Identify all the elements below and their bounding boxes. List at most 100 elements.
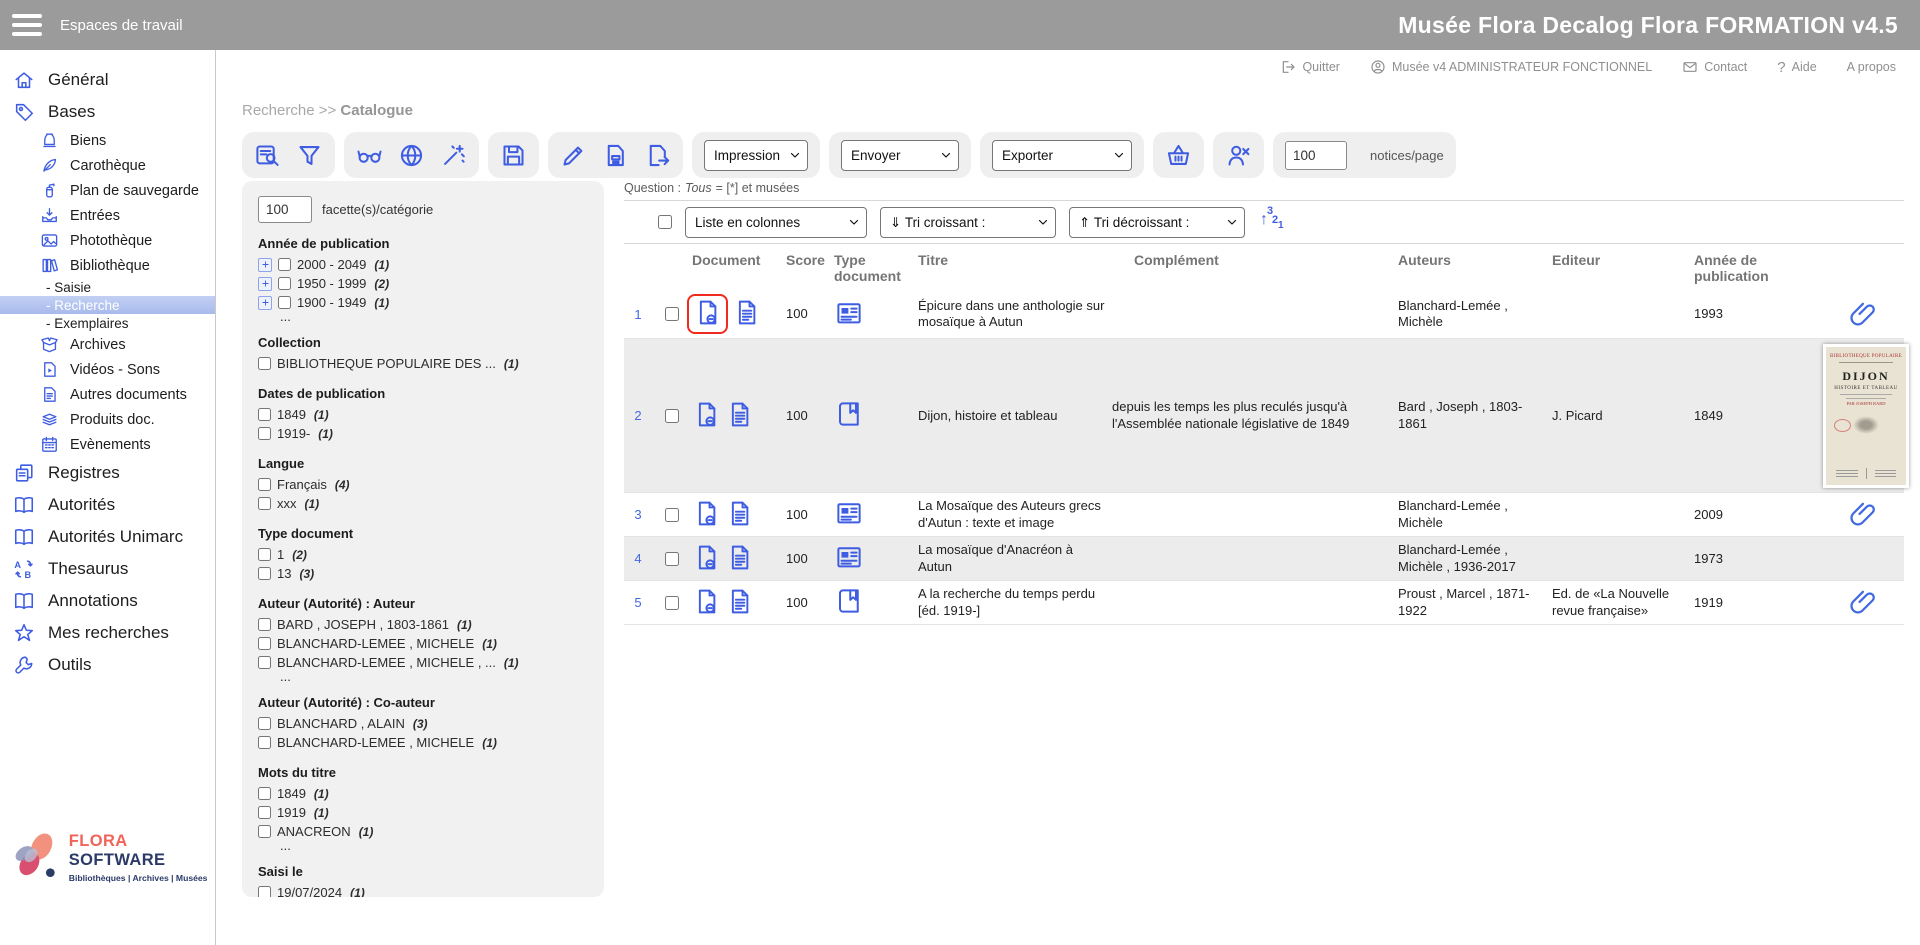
workspaces-label[interactable]: Espaces de travail	[60, 17, 183, 34]
edit-pencil-button[interactable]	[560, 142, 587, 169]
sidebar-item-carotheque[interactable]: Carothèque	[0, 153, 215, 178]
open-record-icon[interactable]	[693, 298, 722, 330]
magic-wand-button[interactable]	[440, 142, 467, 169]
impression-select[interactable]: Impression	[704, 140, 808, 171]
expand-plus-icon[interactable]	[258, 258, 272, 272]
filter-funnel-button[interactable]	[296, 142, 323, 169]
sidebar-item-plan-de-sauvegarde[interactable]: Plan de sauvegarde	[0, 178, 215, 203]
attachment-paperclip[interactable]	[1823, 501, 1904, 528]
sidebar-item-recherche[interactable]: - Recherche	[0, 296, 215, 314]
facet-checkbox[interactable]	[278, 277, 291, 290]
facet-checkbox[interactable]	[258, 806, 271, 819]
attachment-paperclip[interactable]	[1823, 301, 1904, 328]
list-mode-select[interactable]: Liste en colonnes	[685, 207, 867, 238]
sidebar-item-archives[interactable]: Archives	[0, 332, 215, 357]
facet-checkbox[interactable]	[258, 825, 271, 838]
globe-button[interactable]	[398, 142, 425, 169]
sidebar-item-bibliotheque[interactable]: Bibliothèque	[0, 253, 215, 278]
record-thumbnail[interactable]: BIBLIOTHEQUE POPULAIRE DIJON HISTOIRE ET…	[1823, 344, 1909, 488]
facet-checkbox[interactable]	[258, 637, 271, 650]
notices-per-page-input[interactable]	[1285, 141, 1347, 170]
open-record-icon[interactable]	[692, 587, 721, 619]
sidebar-item-general[interactable]: Général	[0, 64, 215, 96]
sidebar-item-produits-doc[interactable]: Produits doc.	[0, 407, 215, 432]
exporter-select[interactable]: Exporter	[992, 140, 1132, 171]
row-checkbox[interactable]	[665, 307, 679, 321]
facet-more[interactable]: ...	[280, 672, 588, 682]
sidebar-item-registres[interactable]: Registres	[0, 457, 215, 489]
quitter-link[interactable]: Quitter	[1280, 59, 1340, 75]
document-export-button[interactable]	[644, 142, 671, 169]
open-record-icon[interactable]	[692, 499, 721, 531]
view-record-icon[interactable]	[732, 298, 761, 330]
view-record-icon[interactable]	[725, 499, 754, 531]
facet-checkbox[interactable]	[258, 618, 271, 631]
multi-sort-icon[interactable]: 3 ↑ 2 1	[1258, 208, 1284, 236]
sidebar-item-autorites-unimarc[interactable]: Autorités Unimarc	[0, 521, 215, 553]
facet-checkbox[interactable]	[258, 357, 271, 370]
highlighted-doc-icon[interactable]	[687, 294, 728, 334]
view-record-icon[interactable]	[725, 543, 754, 575]
document-print-button[interactable]	[602, 142, 629, 169]
sidebar-item-outils[interactable]: Outils	[0, 649, 215, 681]
sidebar-item-videos-sons[interactable]: Vidéos - Sons	[0, 357, 215, 382]
sidebar-item-exemplaires[interactable]: - Exemplaires	[0, 314, 215, 332]
row-number-link[interactable]: 3	[624, 507, 652, 522]
sidebar-item-bases[interactable]: Bases	[0, 96, 215, 128]
facet-checkbox[interactable]	[258, 656, 271, 669]
user-account[interactable]: Musée v4 ADMINISTRATEUR FONCTIONNEL	[1370, 59, 1652, 75]
sidebar-item-mes-recherches[interactable]: Mes recherches	[0, 617, 215, 649]
save-floppy-button[interactable]	[500, 142, 527, 169]
row-number-link[interactable]: 2	[624, 408, 652, 423]
remove-user-button[interactable]	[1225, 142, 1252, 169]
sort-asc-select[interactable]: ⇓ Tri croissant :	[880, 207, 1056, 238]
facet-checkbox[interactable]	[278, 296, 291, 309]
expand-plus-icon[interactable]	[258, 277, 272, 291]
row-checkbox[interactable]	[665, 552, 679, 566]
expand-plus-icon[interactable]	[258, 296, 272, 310]
facet-checkbox[interactable]	[258, 567, 271, 580]
select-all-checkbox[interactable]	[658, 215, 672, 229]
basket-button[interactable]	[1165, 142, 1192, 169]
sidebar-item-autorites[interactable]: Autorités	[0, 489, 215, 521]
facet-checkbox[interactable]	[258, 886, 271, 897]
sidebar-item-autres-documents[interactable]: Autres documents	[0, 382, 215, 407]
results-list-button[interactable]	[254, 142, 281, 169]
sort-desc-select[interactable]: ⇑ Tri décroissant :	[1069, 207, 1245, 238]
sidebar-item-thesaurus[interactable]: ABThesaurus	[0, 553, 215, 585]
row-checkbox[interactable]	[665, 508, 679, 522]
facet-checkbox[interactable]	[258, 497, 271, 510]
sidebar-item-saisie[interactable]: - Saisie	[0, 278, 215, 296]
apropos-link[interactable]: A propos	[1847, 60, 1896, 74]
glasses-preview-button[interactable]	[356, 142, 383, 169]
envoyer-select[interactable]: Envoyer	[841, 140, 959, 171]
view-record-icon[interactable]	[725, 587, 754, 619]
facet-more[interactable]: ...	[280, 312, 588, 322]
facet-checkbox[interactable]	[278, 258, 291, 271]
facet-checkbox[interactable]	[258, 427, 271, 440]
row-checkbox[interactable]	[665, 409, 679, 423]
facet-count-input[interactable]	[258, 196, 312, 223]
aide-link[interactable]: ? Aide	[1777, 59, 1816, 76]
view-record-icon[interactable]	[725, 400, 754, 432]
row-checkbox[interactable]	[665, 596, 679, 610]
facet-checkbox[interactable]	[258, 736, 271, 749]
facet-checkbox[interactable]	[258, 478, 271, 491]
sidebar-item-phototheque[interactable]: Photothèque	[0, 228, 215, 253]
attachment-paperclip[interactable]	[1823, 589, 1904, 616]
row-number-link[interactable]: 5	[624, 595, 652, 610]
facet-checkbox[interactable]	[258, 408, 271, 421]
facet-checkbox[interactable]	[258, 548, 271, 561]
row-number-link[interactable]: 4	[624, 551, 652, 566]
facet-more[interactable]: ...	[280, 841, 588, 851]
open-record-icon[interactable]	[692, 400, 721, 432]
sidebar-item-entrees[interactable]: Entrées	[0, 203, 215, 228]
facet-checkbox[interactable]	[258, 787, 271, 800]
row-number-link[interactable]: 1	[624, 307, 652, 322]
sidebar-item-biens[interactable]: Biens	[0, 128, 215, 153]
open-record-icon[interactable]	[692, 543, 721, 575]
hamburger-menu-icon[interactable]	[12, 14, 42, 36]
facet-checkbox[interactable]	[258, 717, 271, 730]
sidebar-item-evenements[interactable]: Evènements	[0, 432, 215, 457]
sidebar-item-annotations[interactable]: Annotations	[0, 585, 215, 617]
